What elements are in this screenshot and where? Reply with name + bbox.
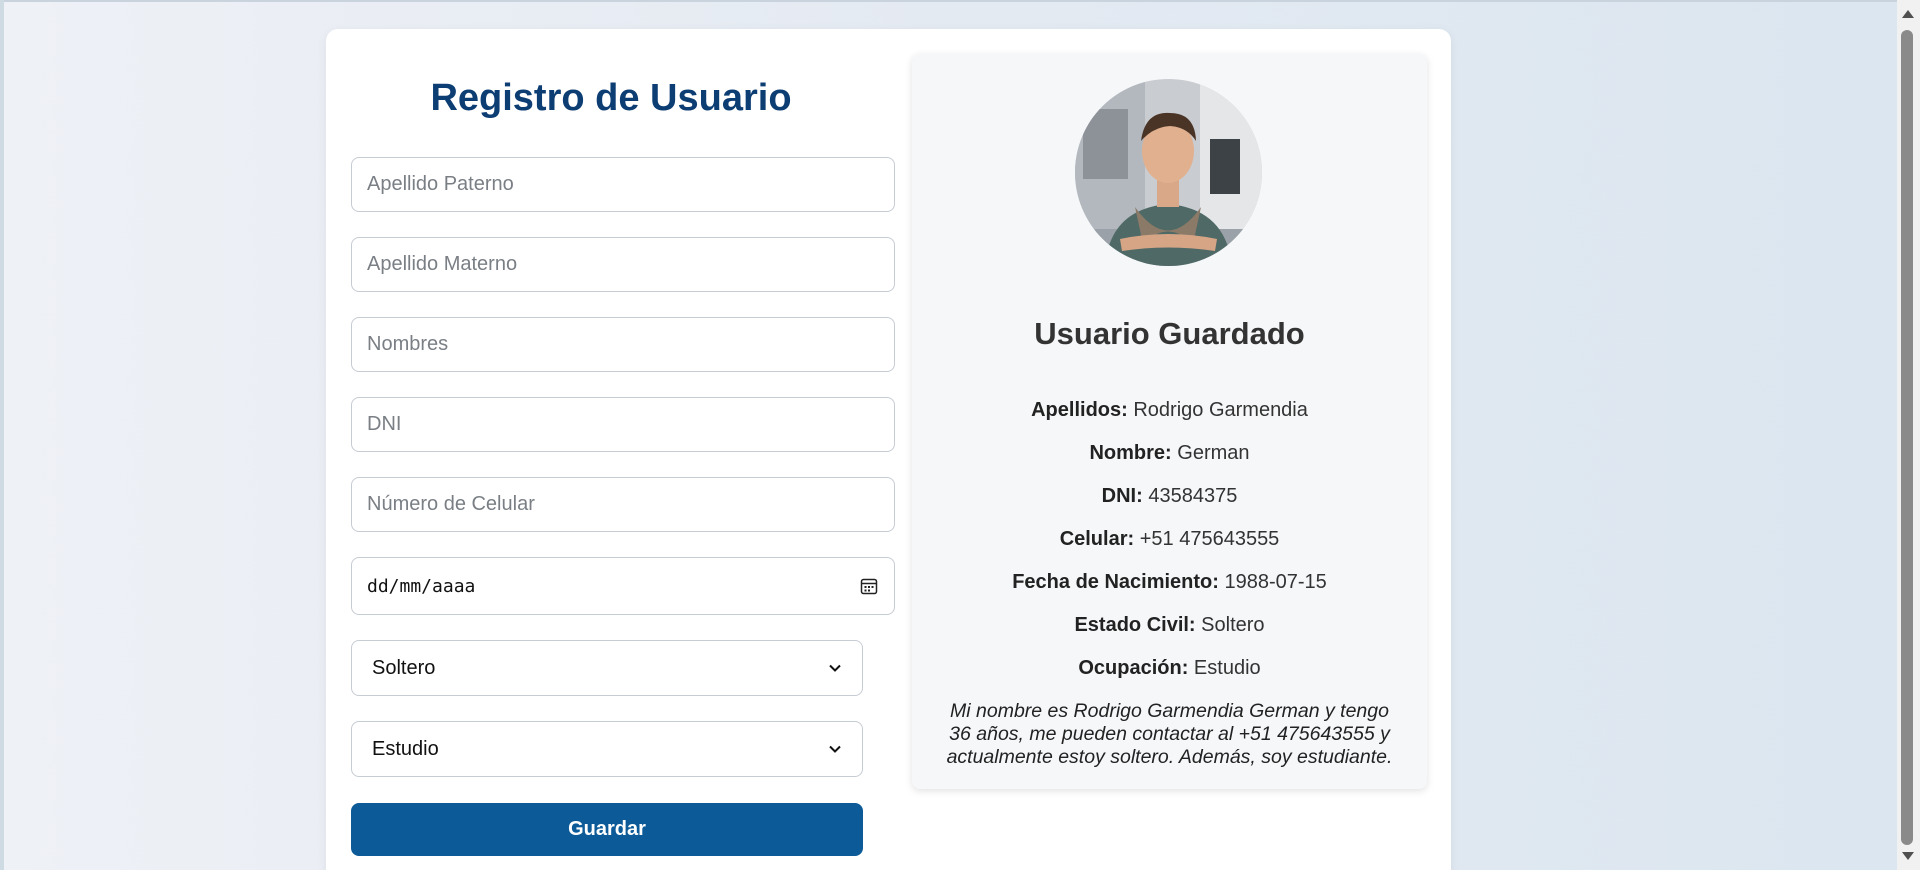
- calendar-icon[interactable]: [859, 576, 879, 596]
- estado-civil-info-value: Soltero: [1201, 614, 1265, 636]
- celular-label: Celular:: [1059, 528, 1135, 550]
- scroll-down-arrow-icon[interactable]: [1902, 852, 1914, 860]
- chevron-down-icon: [829, 664, 841, 672]
- form-title: Registro de Usuario: [430, 77, 792, 119]
- fecha-label: Fecha de Nacimiento:: [1012, 571, 1219, 593]
- estado-civil-label: Estado Civil:: [1074, 614, 1196, 636]
- dni-input[interactable]: [351, 397, 895, 452]
- registration-card: Registro de Usuario dd/mm/aaaa Soltero: [326, 29, 1451, 870]
- fecha-row: Fecha de Nacimiento: 1988-07-15: [912, 571, 1427, 594]
- ocupacion-info-value: Estudio: [1193, 657, 1261, 679]
- chevron-down-icon: [829, 745, 841, 753]
- celular-value: +51 475643555: [1139, 528, 1280, 550]
- ocupacion-label: Ocupación:: [1078, 657, 1189, 679]
- ocupacion-value: Estudio: [372, 737, 439, 760]
- ocupacion-select[interactable]: Estudio: [351, 721, 863, 777]
- saved-user-title: Usuario Guardado: [1034, 316, 1305, 351]
- apellidos-row: Apellidos: Rodrigo Garmendia: [912, 399, 1427, 422]
- estado-civil-select[interactable]: Soltero: [351, 640, 863, 696]
- ocupacion-row: Ocupación: Estudio: [912, 657, 1427, 680]
- apellidos-label: Apellidos:: [1031, 399, 1128, 421]
- apellido-materno-input[interactable]: [351, 237, 895, 292]
- user-bio: Mi nombre es Rodrigo Garmendia German y …: [946, 700, 1393, 768]
- vertical-scrollbar[interactable]: [1897, 0, 1920, 870]
- avatar: [1075, 79, 1262, 266]
- scroll-thumb[interactable]: [1901, 30, 1913, 845]
- avatar-photo: [1075, 79, 1262, 266]
- celular-row: Celular: +51 475643555: [912, 528, 1427, 551]
- fecha-value: 1988-07-15: [1224, 571, 1327, 593]
- nombre-row: Nombre: German: [912, 442, 1427, 465]
- window-top-border: [0, 0, 1920, 2]
- dni-label: DNI:: [1101, 485, 1143, 507]
- estado-civil-value: Soltero: [372, 656, 436, 679]
- fecha-nacimiento-input[interactable]: dd/mm/aaaa: [351, 557, 895, 615]
- nombre-label: Nombre:: [1089, 442, 1172, 464]
- dni-value: 43584375: [1148, 485, 1238, 507]
- saved-user-panel: Usuario Guardado Apellidos: Rodrigo Garm…: [912, 54, 1427, 789]
- celular-input[interactable]: [351, 477, 895, 532]
- nombres-input[interactable]: [351, 317, 895, 372]
- window-left-border: [0, 0, 4, 870]
- scroll-up-arrow-icon[interactable]: [1902, 10, 1914, 18]
- save-button[interactable]: Guardar: [351, 803, 863, 856]
- apellido-paterno-input[interactable]: [351, 157, 895, 212]
- estado-civil-row: Estado Civil: Soltero: [912, 614, 1427, 637]
- apellidos-value: Rodrigo Garmendia: [1133, 399, 1308, 421]
- date-placeholder: dd/mm/aaaa: [367, 575, 476, 597]
- dni-row: DNI: 43584375: [912, 485, 1427, 508]
- nombre-value: German: [1177, 442, 1250, 464]
